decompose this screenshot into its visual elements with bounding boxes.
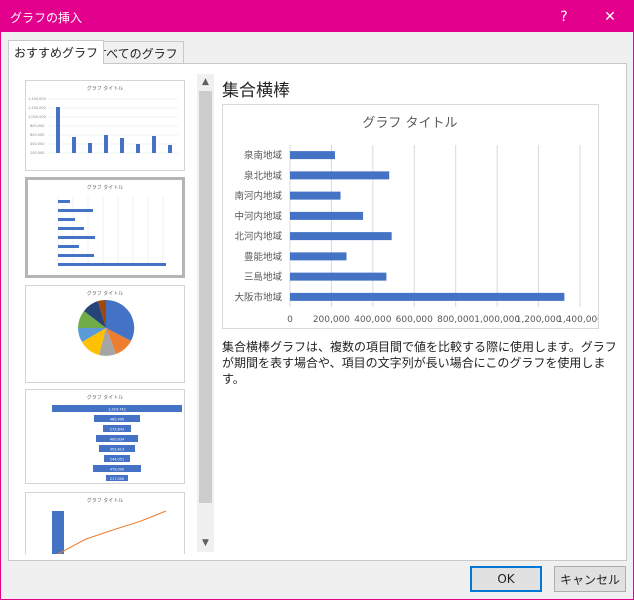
bar	[290, 151, 335, 160]
insert-chart-dialog: グラフの挿入 ? ✕ おすすめグラフ すべてのグラフ グラフ タイトル 1,40…	[0, 0, 634, 600]
svg-text:200,000: 200,000	[30, 151, 44, 155]
tab-content-panel: グラフ タイトル 1,400,000 1,200,000 1,000,000 8…	[8, 63, 627, 561]
bar	[290, 272, 387, 281]
pie-chart-thumbnail	[78, 299, 135, 356]
x-tick-label: 1,200,000	[516, 315, 562, 325]
svg-text:1,000,000: 1,000,000	[28, 115, 46, 119]
x-tick-label: 0	[287, 315, 293, 325]
chart-preview: グラフ タイトル 大阪市地域 三島地域 豊能地域 北河内地域 中河内地域 南河内地域 泉北地…	[222, 104, 603, 329]
category-label: 三島地域	[244, 271, 283, 283]
svg-text:1,400,000: 1,400,000	[28, 97, 46, 101]
column-chart-thumbnail: 1,400,000 1,200,000 1,000,000 800,000 600,0…	[28, 97, 178, 155]
help-button[interactable]: ?	[541, 1, 587, 32]
recommended-chart-list: グラフ タイトル 1,400,000 1,200,000 1,000,000 8…	[23, 74, 193, 554]
category-label: 南河内地域	[234, 190, 282, 202]
x-tick-label: 800,000	[437, 315, 474, 325]
funnel-chart-thumbnail: 1,324,742 465,405 272,843 400,834 352,61…	[52, 405, 182, 481]
cancel-button[interactable]: キャンセル	[554, 566, 626, 592]
bar	[290, 252, 347, 261]
bar-chart-preview: グラフ タイトル 大阪市地域 三島地域 豊能地域 北河内地域 中河内地域 南河内地域 泉北地…	[234, 116, 603, 325]
category-label: 泉北地域	[244, 170, 283, 182]
funnel-value: 400,834	[110, 438, 125, 442]
thumbnail-clustered-column[interactable]: グラフ タイトル 1,400,000 1,200,000 1,000,000 8…	[25, 80, 185, 171]
scroll-thumb[interactable]	[199, 91, 212, 503]
bar	[290, 191, 341, 200]
category-label: 泉南地域	[244, 150, 283, 162]
title-bar: グラフの挿入 ? ✕	[1, 1, 633, 32]
funnel-value: 479,000	[110, 468, 124, 472]
tab-recommended-charts[interactable]: おすすめグラフ	[8, 40, 105, 64]
close-button[interactable]: ✕	[587, 1, 633, 32]
x-tick-label: 1,000,000	[474, 315, 520, 325]
bar	[290, 292, 565, 301]
x-tick-label: 1,400,000	[557, 315, 598, 325]
funnel-value: 244,051	[110, 458, 124, 462]
thumbnail-scrollbar[interactable]: ▲ ▼	[197, 74, 214, 552]
x-tick-label: 600,000	[396, 315, 433, 325]
svg-text:800,000: 800,000	[30, 124, 44, 128]
thumbnail-pareto[interactable]: グラフ タイトル	[25, 492, 185, 554]
bar	[290, 171, 390, 180]
dialog-title: グラフの挿入	[10, 11, 83, 25]
bar-chart-thumbnail	[57, 196, 166, 266]
svg-text:1,200,000: 1,200,000	[28, 106, 46, 110]
thumbnail-clustered-bar[interactable]: グラフ タイトル	[25, 177, 185, 278]
funnel-value: 352,613	[110, 448, 124, 452]
bar	[290, 232, 392, 241]
thumbnail-pie[interactable]: グラフ タイトル	[25, 285, 185, 383]
chart-description: 集合横棒グラフは、複数の項目間で値を比較する際に使用します。グラフが期間を表す場…	[222, 340, 617, 386]
category-label: 北河内地域	[234, 231, 282, 243]
funnel-value: 217,000	[110, 477, 124, 481]
x-tick-label: 400,000	[354, 315, 391, 325]
category-label: 大阪市地域	[234, 291, 282, 303]
category-label: 豊能地域	[244, 251, 283, 263]
thumbnail-funnel[interactable]: グラフ タイトル 1,324,742 465,405 272,843 400,8…	[25, 389, 185, 484]
funnel-value: 1,324,742	[108, 408, 126, 412]
scroll-up-icon[interactable]: ▲	[197, 74, 214, 91]
funnel-value: 465,405	[110, 418, 124, 422]
x-tick-label: 200,000	[313, 315, 350, 325]
ok-button[interactable]: OK	[470, 566, 542, 592]
bar	[290, 211, 364, 220]
chart-title: グラフ タイトル	[362, 116, 457, 131]
pareto-chart-thumbnail	[52, 510, 167, 554]
preview-chart-type-name: 集合横棒	[222, 81, 290, 101]
svg-text:400,000: 400,000	[30, 142, 44, 146]
category-label: 中河内地域	[234, 210, 282, 222]
funnel-value: 272,843	[110, 428, 124, 432]
scroll-down-icon[interactable]: ▼	[197, 535, 214, 552]
svg-text:600,000: 600,000	[30, 133, 44, 137]
